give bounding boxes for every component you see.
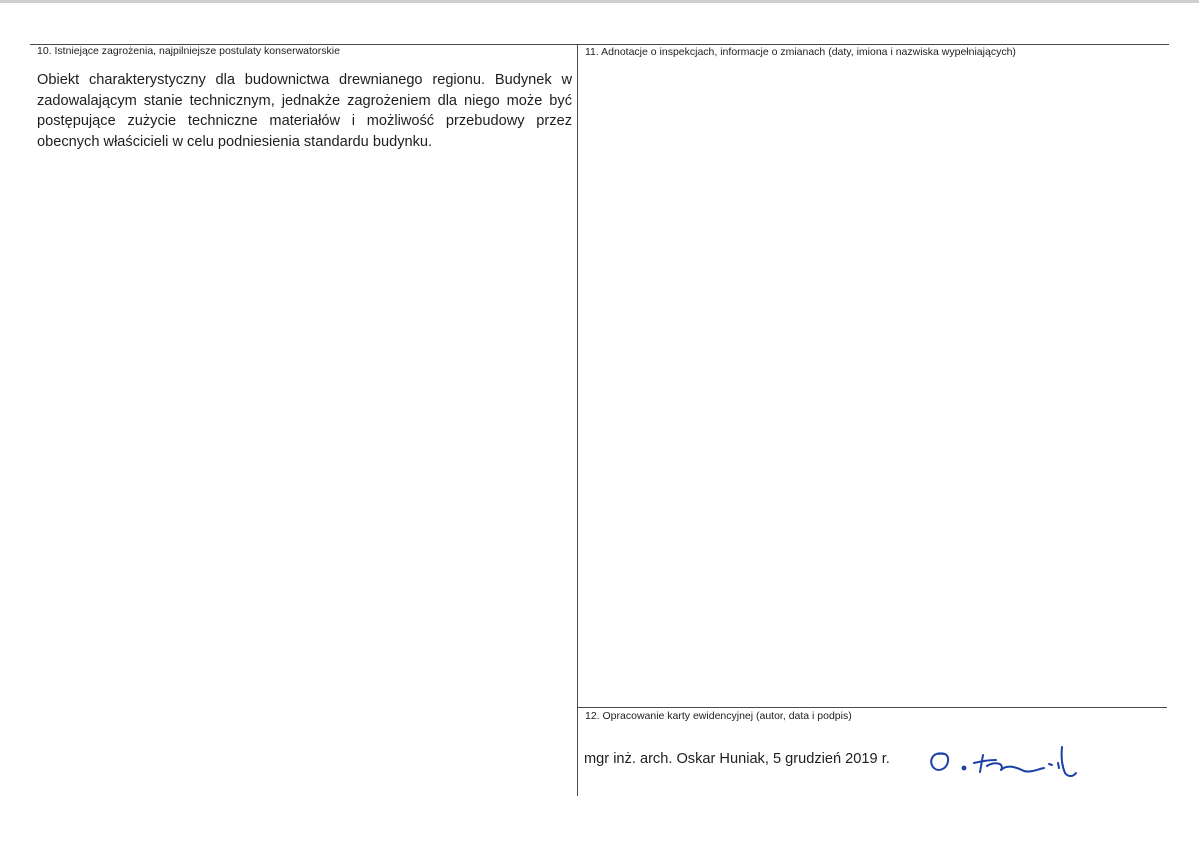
page-top-edge: [0, 0, 1199, 3]
author-date-line: mgr inż. arch. Oskar Huniak, 5 grudzień …: [584, 751, 890, 767]
column-divider: [577, 44, 578, 796]
handwritten-signature: [930, 746, 1077, 777]
threats-section-text: Obiekt charakterystyczny dla budownictwa…: [37, 72, 572, 150]
top-rule-right: [578, 44, 1169, 45]
section-12-rule: [578, 707, 1167, 708]
threats-section-heading: 10. Istniejące zagrożenia, najpilniejsze…: [37, 45, 340, 57]
record-card-section-heading: 12. Opracowanie karty ewidencyjnej (auto…: [585, 710, 852, 722]
inspections-section-heading: 11. Adnotacje o inspekcjach, informacje …: [585, 46, 1016, 58]
